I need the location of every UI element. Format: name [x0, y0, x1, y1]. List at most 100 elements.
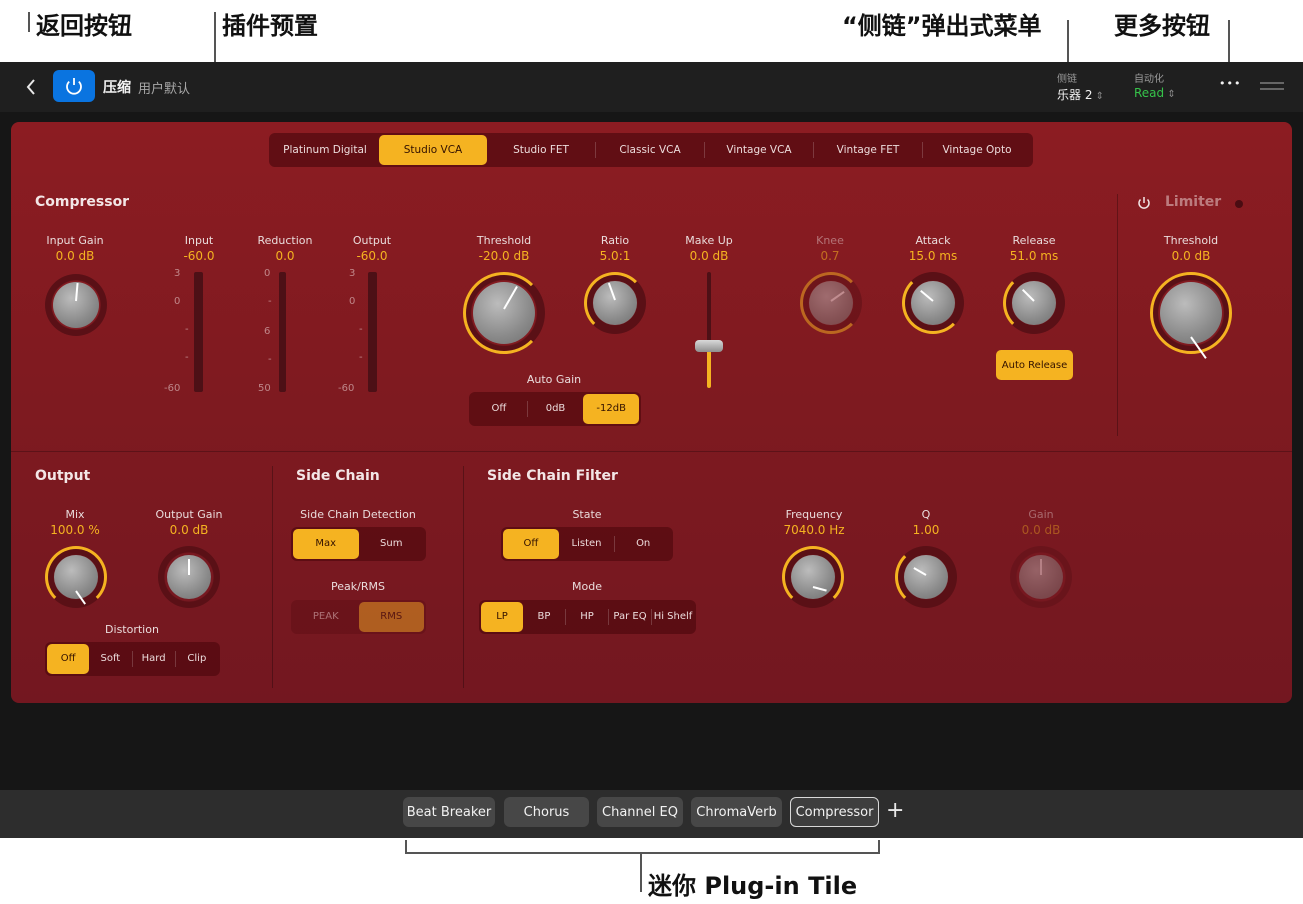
output-meter-label: Output [352, 234, 392, 247]
mode-par-eq[interactable]: Par EQ [609, 602, 651, 632]
section-divider [463, 466, 464, 688]
release-knob[interactable] [1003, 272, 1065, 334]
makeup-fader-thumb[interactable] [695, 340, 723, 352]
meter-tick: 6 [264, 326, 271, 337]
limiter-threshold-knob[interactable] [1150, 272, 1232, 359]
distortion-soft[interactable]: Soft [89, 644, 131, 674]
distortion-off[interactable]: Off [47, 644, 90, 674]
knob-indicator [188, 559, 190, 575]
auto-gain-0db[interactable]: 0dB [528, 394, 584, 424]
output-gain-knob[interactable] [158, 546, 220, 608]
screenshot-root: 返回按钮 插件预置 “侧链”弹出式菜单 更多按钮 压缩 用户默认 侧链 乐器 2… [0, 0, 1303, 904]
state-on[interactable]: On [615, 529, 671, 559]
tab-studio-fet[interactable]: Studio FET [487, 135, 595, 165]
back-button[interactable] [24, 76, 38, 98]
tile-channel-eq[interactable]: Channel EQ [597, 797, 683, 827]
attack-knob[interactable] [902, 272, 964, 334]
meter-tick: - [359, 324, 363, 335]
frequency-value: 7040.0 Hz [783, 523, 845, 537]
tab-vintage-opto[interactable]: Vintage Opto [923, 135, 1031, 165]
threshold-knob[interactable] [463, 272, 545, 354]
resize-handle-icon[interactable] [1260, 82, 1284, 84]
knob-body [1012, 281, 1056, 325]
section-divider [1117, 194, 1118, 436]
tab-platinum-digital[interactable]: Platinum Digital [271, 135, 379, 165]
tab-studio-vca[interactable]: Studio VCA [379, 135, 487, 165]
auto-release-button[interactable]: Auto Release [996, 350, 1073, 380]
distortion-hard[interactable]: Hard [133, 644, 175, 674]
mode-bp[interactable]: BP [523, 602, 565, 632]
threshold-label: Threshold [476, 234, 532, 247]
reduction-meter-label: Reduction [257, 234, 313, 247]
auto-gain-off[interactable]: Off [471, 394, 527, 424]
distortion-clip[interactable]: Clip [176, 644, 218, 674]
frequency-knob[interactable] [782, 546, 844, 608]
mix-value: 100.0 % [50, 523, 100, 537]
callout-more-button: 更多按钮 [1114, 12, 1210, 40]
power-button[interactable] [53, 70, 95, 102]
side-chain-detection-label: Side Chain Detection [300, 508, 416, 521]
mode-lp[interactable]: LP [481, 602, 523, 632]
plugin-stage: Platinum Digital Studio VCA Studio FET C… [0, 112, 1303, 790]
mix-knob[interactable] [45, 546, 107, 608]
preset-menu[interactable]: 用户默认 [138, 78, 190, 97]
limiter-power-button[interactable] [1136, 195, 1152, 211]
compressor-panel: Platinum Digital Studio VCA Studio FET C… [11, 122, 1292, 703]
ratio-label: Ratio [600, 234, 630, 247]
state-listen[interactable]: Listen [559, 529, 615, 559]
mode-selector: LP BP HP Par EQ Hi Shelf [479, 600, 696, 634]
sidechain-label: 侧链 [1057, 74, 1077, 85]
meter-tick: 0 [349, 296, 356, 307]
attack-label: Attack [915, 234, 951, 247]
mode-label: Mode [572, 580, 602, 593]
callout-line [640, 852, 642, 892]
output-meter [368, 272, 377, 392]
auto-gain-12db[interactable]: -12dB [583, 394, 640, 424]
tab-vintage-vca[interactable]: Vintage VCA [705, 135, 813, 165]
output-gain-label: Output Gain [155, 508, 223, 521]
tab-vintage-fet[interactable]: Vintage FET [814, 135, 922, 165]
knob-body [911, 281, 955, 325]
auto-gain-selector: Off 0dB -12dB [469, 392, 641, 426]
sidechain-value: 乐器 2 [1057, 88, 1093, 102]
limiter-threshold-value: 0.0 dB [1171, 249, 1211, 263]
add-plugin-button[interactable]: + [886, 799, 904, 823]
automation-popup[interactable]: Read ⇕ [1134, 86, 1176, 100]
tile-chorus[interactable]: Chorus [504, 797, 589, 827]
tab-classic-vca[interactable]: Classic VCA [596, 135, 704, 165]
mode-hp[interactable]: HP [566, 602, 608, 632]
input-gain-knob[interactable] [45, 274, 107, 336]
detection-sum[interactable]: Sum [359, 529, 425, 559]
plugin-name: 压缩 [103, 80, 131, 96]
makeup-value: 0.0 dB [689, 249, 729, 263]
filter-gain-knob[interactable] [1010, 546, 1072, 608]
automation-label: 自动化 [1134, 74, 1164, 85]
detection-max[interactable]: Max [293, 529, 359, 559]
callout-line [1228, 20, 1230, 68]
knob-body [791, 555, 835, 599]
knob-body [809, 281, 853, 325]
resize-handle-icon[interactable] [1260, 88, 1284, 90]
knee-knob[interactable] [800, 272, 862, 334]
filter-gain-label: Gain [1028, 508, 1054, 521]
knob-body [1160, 282, 1222, 344]
ratio-knob[interactable] [584, 272, 646, 334]
tile-beat-breaker[interactable]: Beat Breaker [403, 797, 495, 827]
rms-option[interactable]: RMS [358, 602, 424, 632]
plugin-header: 压缩 用户默认 侧链 乐器 2 ⇕ 自动化 Read ⇕ ••• [0, 62, 1303, 112]
more-button[interactable]: ••• [1219, 77, 1241, 90]
peak-rms-label: Peak/RMS [331, 580, 385, 593]
knob-body [904, 555, 948, 599]
chevron-left-icon [26, 79, 35, 95]
automation-value: Read [1134, 86, 1165, 100]
meter-tick: 0 [174, 296, 181, 307]
power-icon [66, 78, 82, 95]
mode-hi-shelf[interactable]: Hi Shelf [652, 602, 694, 632]
tile-compressor[interactable]: Compressor [790, 797, 879, 827]
state-off[interactable]: Off [503, 529, 559, 559]
tile-chromaverb[interactable]: ChromaVerb [691, 797, 782, 827]
q-value: 1.00 [912, 523, 940, 537]
sidechain-popup[interactable]: 乐器 2 ⇕ [1057, 86, 1104, 103]
peak-option[interactable]: PEAK [293, 602, 359, 632]
q-knob[interactable] [895, 546, 957, 608]
